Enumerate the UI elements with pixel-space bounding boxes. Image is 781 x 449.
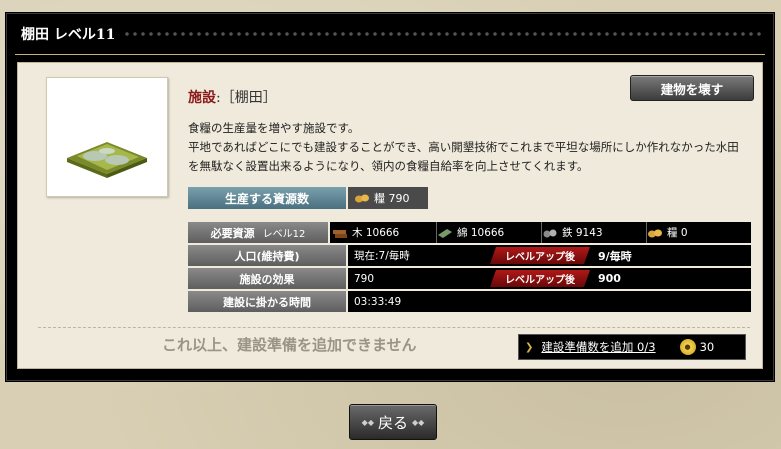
required-resources-label: 必要資源 レベル12: [188, 222, 328, 243]
requirements-table: 必要資源 レベル12 木 10666 綿 10666 鉄 9143 糧 0 人口…: [188, 222, 751, 314]
facility-heading: 施設:［棚田］: [188, 87, 277, 107]
required-level: レベル12: [262, 229, 306, 240]
production-value: 糧 790: [348, 187, 428, 209]
table-row: 必要資源 レベル12 木 10666 綿 10666 鉄 9143 糧 0: [188, 222, 751, 243]
cotton-amount: 綿 10666: [457, 227, 505, 239]
facility-dialog: 棚田 レベル11 施設:［棚田］ 建物を壊す 食糧の生産量を増やす施設です。 平…: [6, 13, 774, 381]
production-label: 生産する資源数: [188, 187, 346, 209]
dialog-title: 棚田 レベル11: [21, 27, 116, 43]
queue-full-message: これ以上、建設準備を追加できません: [162, 336, 417, 354]
effect-after: 900: [598, 272, 621, 285]
cotton-cost: 綿 10666: [437, 222, 542, 243]
title-divider: [15, 54, 765, 55]
iron-amount: 鉄 9143: [562, 227, 603, 239]
effect-after-badge: レベルアップ後: [490, 270, 590, 287]
button-decoration-left: ◆◆: [361, 417, 374, 427]
facility-label: 施設: [188, 90, 216, 106]
food-cost: 糧 0: [647, 222, 751, 243]
table-row: 施設の効果 790 レベルアップ後 900: [188, 268, 751, 289]
iron-icon: [543, 229, 557, 237]
effect-current: 790: [354, 272, 375, 285]
facility-name: :［棚田］: [216, 90, 277, 106]
back-button[interactable]: ◆◆ 戻る ◆◆: [349, 404, 437, 440]
chevron-right-icon: ❯: [525, 341, 534, 353]
demolish-button[interactable]: 建物を壊す: [630, 75, 754, 101]
back-button-label: 戻る: [377, 413, 408, 432]
population-after: 9/毎時: [598, 249, 632, 263]
description-line-2: 平地であればどこにでも建設することができ、高い開墾技術でこれまで平坦な場所にしか…: [188, 140, 739, 173]
add-build-queue-button[interactable]: ❯ 建設準備数を追加 0/3 ● 30: [518, 334, 746, 360]
rice-terrace-icon: [67, 142, 147, 178]
wood-amount: 木 10666: [352, 227, 400, 239]
food-amount: 糧 0: [667, 227, 688, 239]
facility-image: [46, 77, 168, 197]
cotton-icon: [438, 228, 452, 238]
population-current: 現在:7/毎時: [354, 250, 410, 262]
add-build-queue-cost: 30: [699, 340, 715, 354]
button-decoration-right: ◆◆: [412, 417, 425, 427]
iron-cost: 鉄 9143: [542, 222, 647, 243]
title-decoration: [123, 30, 763, 38]
dialog-title-bar: 棚田 レベル11: [7, 14, 773, 54]
facility-description: 食糧の生産量を増やす施設です。 平地であればどこにでも建設することができ、高い開…: [188, 119, 748, 176]
description-line-1: 食糧の生産量を増やす施設です。: [188, 121, 360, 135]
required-resources-values: 木 10666 綿 10666 鉄 9143 糧 0: [330, 222, 751, 243]
add-build-queue-link[interactable]: 建設準備数を追加 0/3: [541, 339, 655, 355]
wood-cost: 木 10666: [332, 222, 437, 243]
wood-icon: [333, 229, 347, 238]
table-row: 人口(維持費) 現在:7/毎時 レベルアップ後 9/毎時: [188, 245, 751, 266]
food-icon: [355, 194, 369, 203]
effect-values: 790 レベルアップ後 900: [348, 268, 751, 289]
facility-panel: 施設:［棚田］ 建物を壊す 食糧の生産量を増やす施設です。 平地であればどこにで…: [17, 62, 763, 369]
required-resources-title: 必要資源: [210, 226, 255, 240]
effect-label: 施設の効果: [188, 268, 346, 289]
population-values: 現在:7/毎時 レベルアップ後 9/毎時: [348, 245, 751, 266]
food-icon: [648, 229, 662, 237]
gold-coin-icon: ●: [679, 339, 696, 355]
production-amount: 糧 790: [374, 192, 410, 205]
population-after-badge: レベルアップ後: [490, 247, 590, 264]
section-divider: [38, 327, 750, 328]
build-time-value: 03:33:49: [348, 291, 751, 312]
table-row: 建設に掛かる時間 03:33:49: [188, 291, 751, 312]
build-time-label: 建設に掛かる時間: [188, 291, 346, 312]
population-label: 人口(維持費): [188, 245, 346, 266]
